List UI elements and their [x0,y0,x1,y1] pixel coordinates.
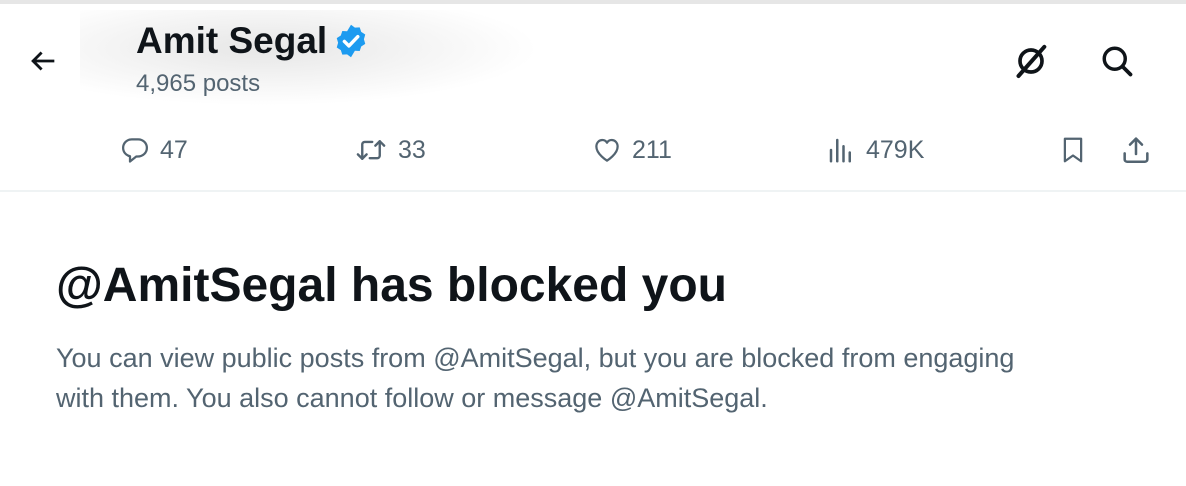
grok-button[interactable] [1008,38,1054,84]
share-button[interactable] [1120,130,1152,170]
bookmark-icon [1063,137,1083,163]
post-action-bar: 47 33 211 479K [0,120,1186,180]
arrow-left-icon [31,51,55,71]
bookmark-button[interactable] [1058,130,1088,170]
views-icon [829,138,851,163]
profile-header: Amit Segal 4,965 posts [0,4,1186,114]
search-icon [1102,46,1133,77]
verified-badge-icon [336,24,366,58]
reply-icon [122,138,148,163]
repost-button[interactable]: 33 [354,130,426,170]
like-count: 211 [632,135,672,164]
grok-icon [1016,44,1047,78]
blocked-description: You can view public posts from @AmitSega… [56,343,1015,413]
share-icon [1123,137,1149,164]
views-button[interactable]: 479K [826,130,924,170]
back-button[interactable] [20,38,66,84]
heart-icon [595,138,619,162]
repost-icon [356,140,386,160]
posts-count: 4,965 posts [136,70,261,97]
like-button[interactable]: 211 [592,130,672,170]
views-count: 479K [866,135,925,164]
reply-button[interactable]: 47 [120,130,188,170]
repost-count: 33 [398,135,426,164]
reply-count: 47 [160,135,188,164]
search-button[interactable] [1094,38,1140,84]
blocked-title: @AmitSegal has blocked you [56,259,727,312]
profile-name: Amit Segal [136,20,328,61]
profile-title-block: Amit Segal 4,965 posts [136,18,369,98]
name-row: Amit Segal [136,18,369,64]
section-divider [0,190,1186,192]
